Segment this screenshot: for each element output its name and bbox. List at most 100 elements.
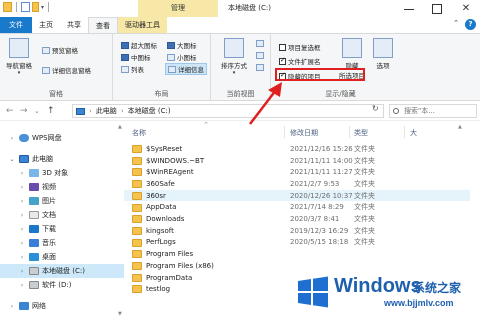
- table-row[interactable]: PerfLogs 2020/5/15 18:18 文件夹: [124, 237, 470, 249]
- properties-icon[interactable]: [21, 2, 30, 12]
- hide-selected-icon: [342, 38, 362, 58]
- table-row[interactable]: 360Safe 2021/2/7 9:53 文件夹: [124, 178, 470, 190]
- nav-pane-button[interactable]: 导航窗格 ▾: [6, 38, 32, 76]
- chevron-right-icon[interactable]: ›: [18, 212, 26, 219]
- chevron-right-icon[interactable]: ›: [18, 282, 26, 289]
- file-date: 2021/12/16 15:26: [290, 144, 353, 153]
- folder-icon: [132, 168, 142, 177]
- tab-home[interactable]: 主页: [32, 17, 60, 33]
- nav-item[interactable]: › 文档: [0, 208, 124, 222]
- chevron-right-icon[interactable]: ›: [18, 254, 26, 261]
- tab-file[interactable]: 文件: [0, 17, 32, 33]
- table-row[interactable]: Program Files: [124, 248, 470, 260]
- nav-item[interactable]: › 图片: [0, 194, 124, 208]
- search-input[interactable]: 搜索"本...: [389, 104, 477, 118]
- chevron-right-icon[interactable]: ›: [8, 135, 16, 142]
- group-by-button[interactable]: [256, 40, 264, 47]
- size-columns-button[interactable]: [256, 64, 264, 71]
- table-row[interactable]: $WinREAgent 2021/11/11 11:27 文件夹: [124, 166, 470, 178]
- nav-item[interactable]: ⌄ 此电脑: [0, 152, 124, 166]
- chevron-right-icon[interactable]: ›: [18, 184, 26, 191]
- breadcrumb-item[interactable]: 此电脑: [96, 106, 117, 116]
- divider: [349, 126, 350, 138]
- collapse-ribbon-icon[interactable]: ⌃: [453, 19, 459, 30]
- file-type: 文件夹: [354, 215, 375, 224]
- up-button[interactable]: ↑: [47, 104, 55, 118]
- chevron-right-icon[interactable]: ›: [18, 170, 26, 177]
- nav-item[interactable]: › 软件 (D:): [0, 278, 124, 292]
- chevron-right-icon[interactable]: ›: [18, 268, 26, 275]
- layout-medium[interactable]: 中图标: [121, 52, 151, 62]
- file-type: 文件夹: [354, 156, 375, 165]
- column-size[interactable]: 大: [410, 128, 417, 138]
- table-row[interactable]: 360sr 2020/12/26 10:37 文件夹: [124, 189, 470, 202]
- details-pane-button[interactable]: 详细信息窗格: [42, 65, 91, 75]
- contextual-tab-manage[interactable]: 管理: [138, 0, 218, 17]
- group-label: 显示/隐藏: [325, 90, 356, 98]
- back-button[interactable]: ←: [6, 104, 14, 118]
- refresh-icon[interactable]: ↻: [372, 104, 379, 113]
- forward-button[interactable]: →: [20, 104, 28, 118]
- item-checkboxes-label: 项目复选框: [288, 44, 321, 52]
- maximize-button[interactable]: [423, 0, 451, 17]
- nav-item[interactable]: › 3D 对象: [0, 166, 124, 180]
- preview-pane-button[interactable]: 预览窗格: [42, 45, 78, 55]
- column-date[interactable]: 修改日期: [290, 128, 318, 138]
- layout-label: 小图标: [177, 54, 197, 62]
- tab-drive-tools[interactable]: 驱动器工具: [118, 17, 167, 33]
- nav-item-label: 此电脑: [32, 155, 53, 163]
- breadcrumb[interactable]: › 此电脑 › 本地磁盘 (C:): [72, 104, 384, 118]
- tab-share[interactable]: 共享: [60, 17, 88, 33]
- nav-item[interactable]: › 本地磁盘 (C:): [0, 264, 124, 278]
- table-row[interactable]: AppData 2021/7/14 8:29 文件夹: [124, 202, 470, 214]
- table-row[interactable]: $SysReset 2021/12/16 15:26 文件夹: [124, 143, 470, 155]
- network-icon: [19, 302, 29, 310]
- file-extensions-checkbox[interactable]: [279, 56, 286, 65]
- customize-qat-icon[interactable]: ▾: [41, 4, 44, 11]
- table-row[interactable]: kingsoft 2019/12/3 16:29 文件夹: [124, 225, 470, 237]
- layout-large[interactable]: 大图标: [167, 40, 197, 50]
- column-type[interactable]: 类型: [354, 128, 368, 138]
- layout-list[interactable]: 列表: [121, 64, 144, 74]
- item-checkboxes-checkbox[interactable]: [279, 43, 286, 51]
- nav-item[interactable]: › 视频: [0, 180, 124, 194]
- chevron-right-icon[interactable]: ›: [18, 226, 26, 233]
- tab-view[interactable]: 查看: [88, 17, 118, 33]
- table-row[interactable]: Program Files (x86): [124, 260, 470, 272]
- table-row[interactable]: Downloads 2020/3/7 8:41 文件夹: [124, 213, 470, 225]
- layout-details[interactable]: 详细信息: [165, 63, 207, 75]
- new-folder-icon[interactable]: [32, 2, 39, 12]
- computer-icon: [76, 107, 85, 115]
- chevron-right-icon[interactable]: ›: [18, 240, 26, 247]
- file-date: 2020/12/26 10:37: [290, 191, 353, 200]
- nav-item[interactable]: › 网络: [0, 299, 124, 313]
- nav-item[interactable]: › 下载: [0, 222, 124, 236]
- file-date: 2021/7/14 8:29: [290, 203, 344, 212]
- scroll-up-icon[interactable]: ▲: [118, 124, 122, 130]
- file-extensions-toggle[interactable]: 文件扩展名: [279, 56, 321, 66]
- options-button[interactable]: 选项: [373, 38, 393, 70]
- item-checkboxes-toggle[interactable]: 项目复选框: [279, 42, 321, 52]
- breadcrumb-item[interactable]: 本地磁盘 (C:): [128, 106, 171, 116]
- minimize-button[interactable]: [395, 0, 423, 17]
- help-icon[interactable]: ?: [465, 19, 476, 30]
- chevron-right-icon[interactable]: ›: [8, 303, 16, 310]
- windows-logo-icon: [298, 276, 328, 308]
- nav-item[interactable]: › 音乐: [0, 236, 124, 250]
- layout-small[interactable]: 小图标: [167, 52, 197, 62]
- chevron-down-icon[interactable]: ⌄: [8, 156, 16, 163]
- add-columns-button[interactable]: [256, 52, 264, 59]
- layout-extra-large[interactable]: 超大图标: [121, 40, 157, 50]
- nav-item[interactable]: › 桌面: [0, 250, 124, 264]
- sort-indicator-icon: ^: [204, 122, 209, 128]
- file-name: 360Safe: [146, 179, 175, 188]
- close-button[interactable]: ✕: [452, 0, 480, 17]
- scroll-down-icon[interactable]: ▼: [118, 311, 122, 317]
- sort-button[interactable]: 排序方式 ▾: [221, 38, 247, 76]
- chevron-right-icon[interactable]: ›: [18, 198, 26, 205]
- nav-item[interactable]: › WPS网盘: [0, 131, 124, 145]
- scroll-up-icon[interactable]: ▲: [458, 124, 462, 130]
- table-row[interactable]: $WINDOWS.~BT 2021/11/11 14:00 文件夹: [124, 155, 470, 167]
- recent-locations-button[interactable]: ⌄: [34, 104, 40, 118]
- column-name[interactable]: 名称: [132, 128, 146, 138]
